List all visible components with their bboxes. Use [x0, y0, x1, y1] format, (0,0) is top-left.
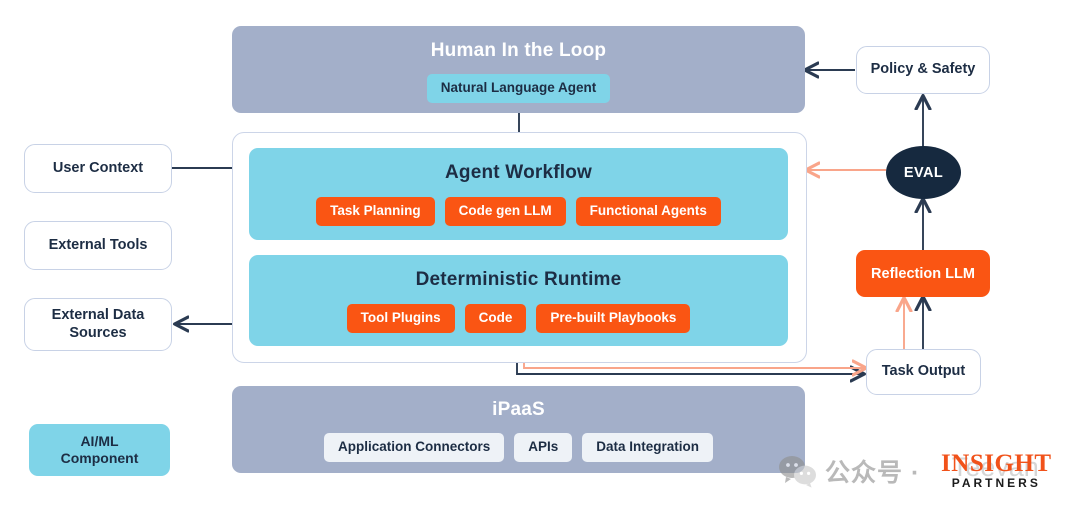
node-eval-label: EVAL [903, 164, 944, 181]
pill-data-integration[interactable]: Data Integration [582, 433, 714, 462]
deterministic-runtime-block: Deterministic Runtime Tool Plugins Code … [249, 255, 788, 346]
pill-tool-plugins[interactable]: Tool Plugins [346, 304, 455, 333]
diagram-canvas: Human In the Loop Natural Language Agent… [0, 0, 1080, 511]
human-in-the-loop-title: Human In the Loop [430, 40, 607, 61]
agent-workflow-block: Agent Workflow Task Planning Code gen LL… [249, 148, 788, 240]
node-external-tools[interactable]: External Tools [24, 221, 172, 270]
node-external-data-sources-label-line2: Sources [69, 324, 127, 341]
node-user-context-label: User Context [52, 159, 144, 176]
node-reflection-llm-label: Reflection LLM [871, 265, 975, 282]
node-eval[interactable]: EVAL [886, 146, 961, 199]
node-task-output[interactable]: Task Output [866, 349, 981, 395]
ipaas-band: iPaaS Application Connectors APIs Data I… [232, 386, 805, 473]
node-policy-and-safety-label: Policy & Safety [870, 61, 976, 78]
deterministic-runtime-title: Deterministic Runtime [415, 269, 622, 290]
agent-workflow-title: Agent Workflow [444, 162, 593, 183]
pill-application-connectors[interactable]: Application Connectors [323, 433, 505, 462]
node-user-context[interactable]: User Context [24, 144, 172, 193]
insight-partners-logo: Teevan INSIGHT PARTNERS [926, 448, 1066, 494]
legend-line1: AI/ML [80, 432, 119, 449]
legend-ai-ml-component: AI/ML Component [29, 424, 170, 476]
pill-pre-built-playbooks[interactable]: Pre-built Playbooks [536, 304, 691, 333]
node-reflection-llm[interactable]: Reflection LLM [856, 250, 990, 297]
human-in-the-loop-band: Human In the Loop Natural Language Agent [232, 26, 805, 113]
node-task-output-label: Task Output [881, 363, 966, 380]
pill-apis[interactable]: APIs [514, 433, 573, 462]
node-external-tools-label: External Tools [48, 236, 148, 253]
watermark: 公众号 · Teevan INSIGHT PARTNERS [778, 440, 1073, 502]
watermark-brand-bottom: PARTNERS [951, 476, 1041, 490]
pill-code[interactable]: Code [464, 304, 527, 333]
watermark-brand-top: INSIGHT [941, 450, 1052, 477]
watermark-ghost-text: Teevan [951, 452, 1039, 482]
pill-natural-language-agent[interactable]: Natural Language Agent [426, 74, 611, 103]
node-policy-and-safety[interactable]: Policy & Safety [856, 46, 990, 94]
pill-task-planning[interactable]: Task Planning [316, 197, 435, 226]
legend-line2: Component [60, 450, 139, 466]
pill-code-gen-llm[interactable]: Code gen LLM [444, 197, 566, 226]
pill-functional-agents[interactable]: Functional Agents [575, 197, 721, 226]
ipaas-title: iPaaS [492, 399, 545, 420]
watermark-chinese-text: 公众号 · [825, 459, 921, 487]
node-external-data-sources-label-line1: External Data [51, 306, 145, 323]
node-external-data-sources[interactable]: External Data Sources [24, 298, 172, 351]
